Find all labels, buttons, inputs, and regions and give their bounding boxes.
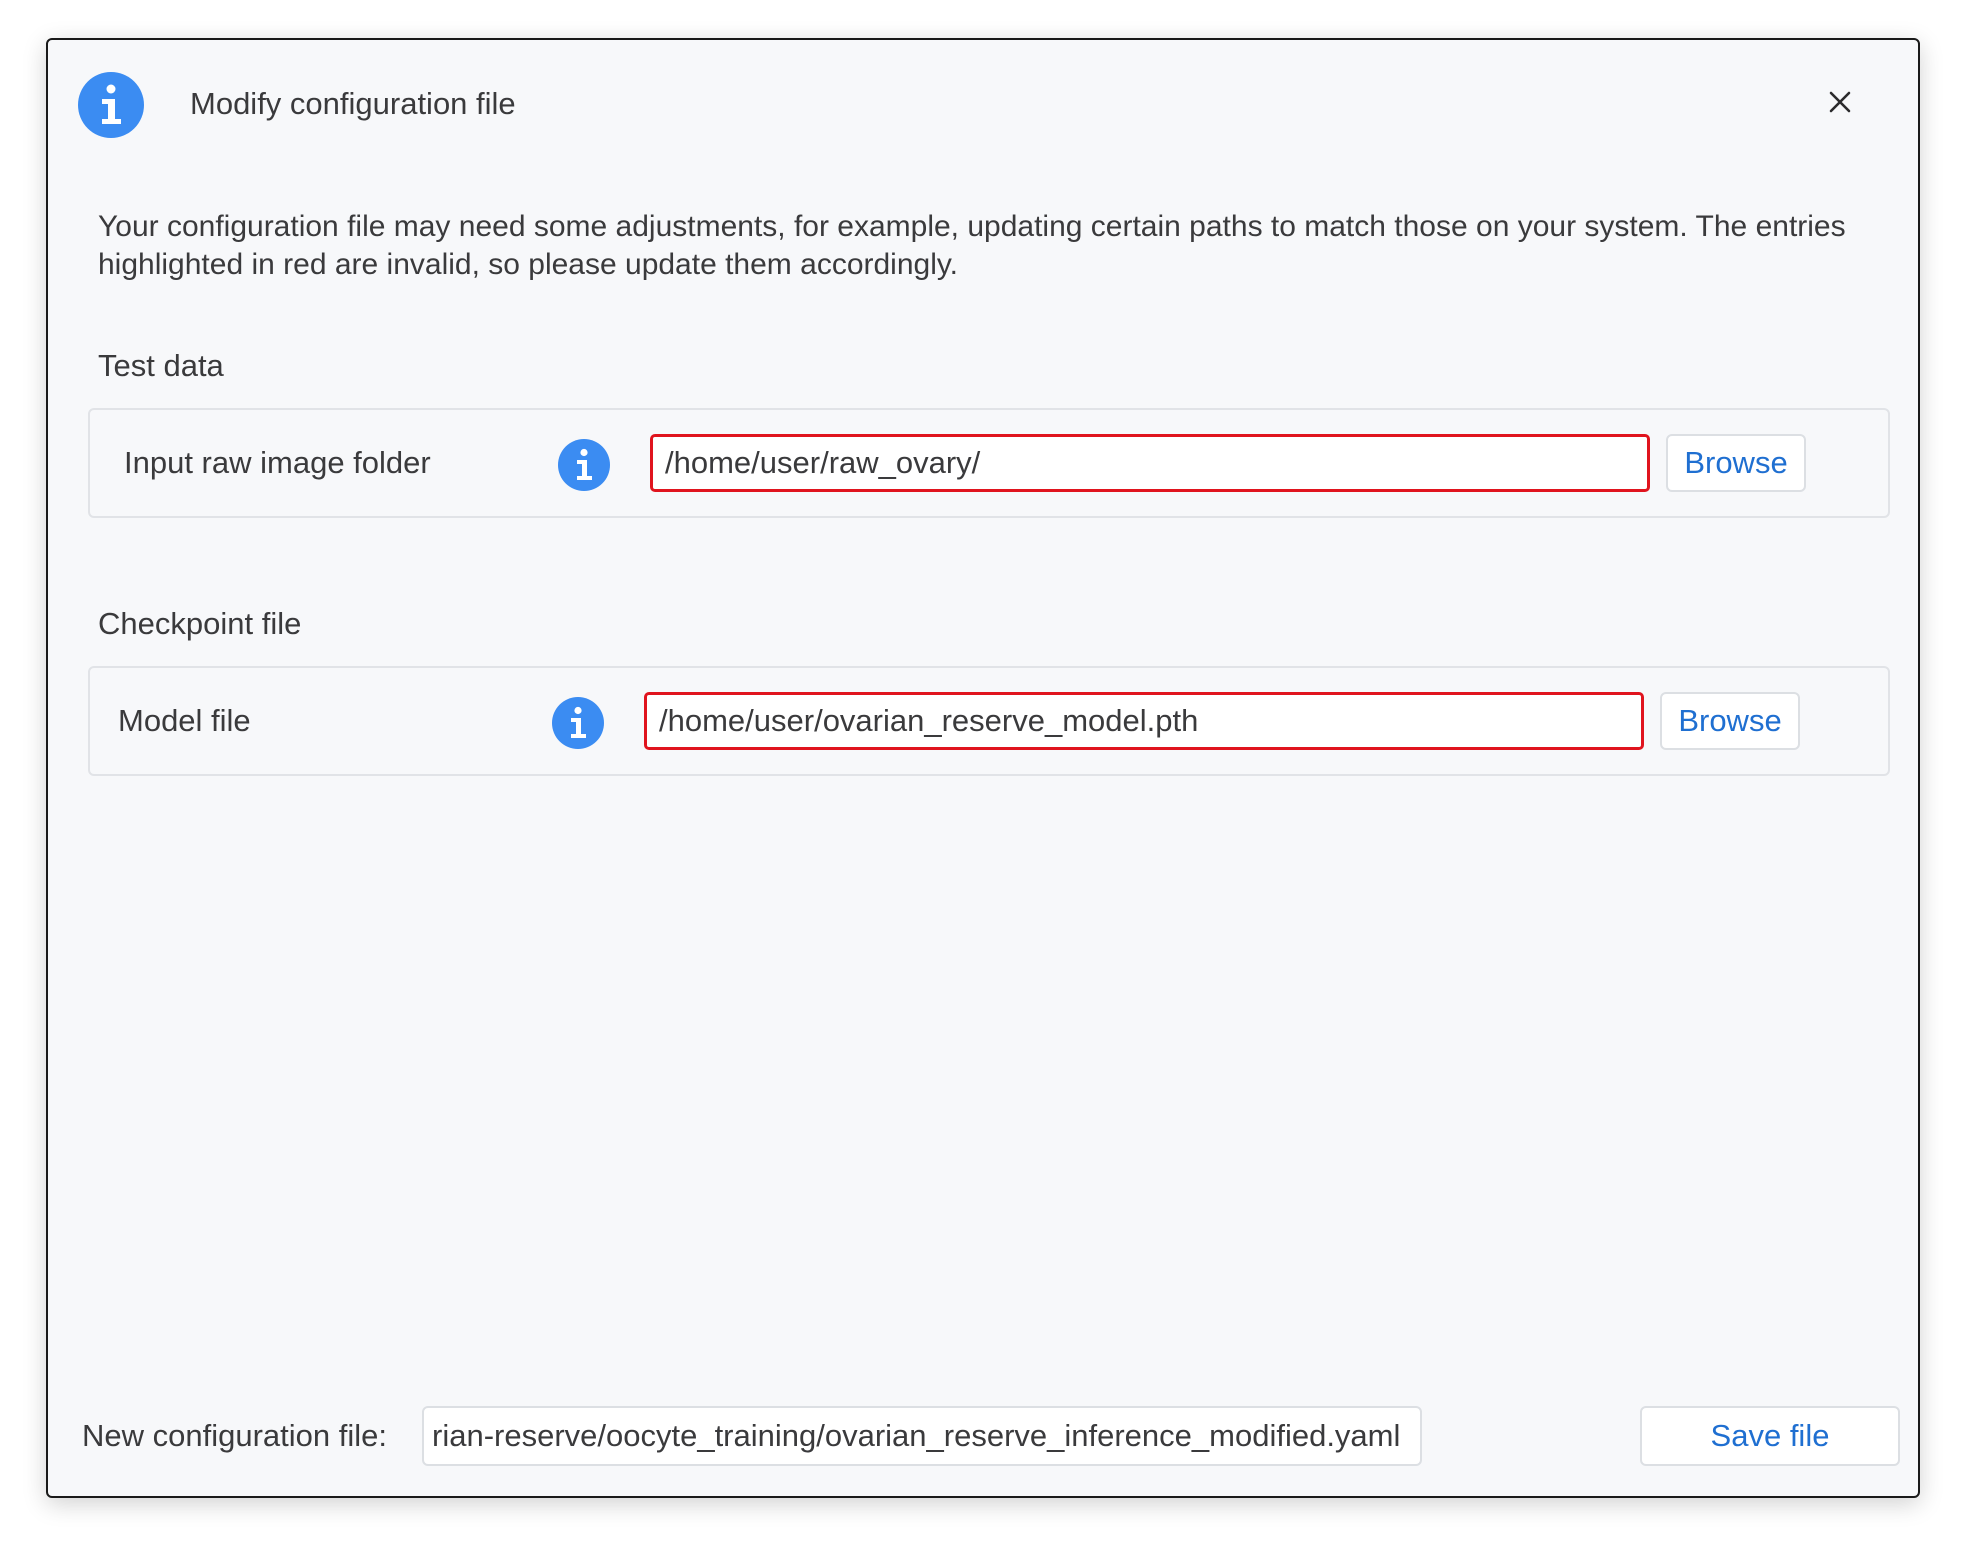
- config-dialog: Modify configuration file Your configura…: [46, 38, 1920, 1498]
- close-icon: [1829, 91, 1851, 113]
- dialog-description: Your configuration file may need some ad…: [98, 210, 1846, 281]
- section-title-test-data: Test data: [98, 348, 224, 383]
- save-file-button[interactable]: Save file: [1640, 1406, 1900, 1466]
- model-file-field[interactable]: [644, 692, 1644, 750]
- info-icon[interactable]: [552, 697, 604, 749]
- model-file-row: Model file Browse: [88, 666, 1890, 776]
- dialog-title: Modify configuration file: [190, 86, 516, 121]
- model-file-label: Model file: [118, 703, 251, 738]
- browse-model-file-button[interactable]: Browse: [1660, 692, 1800, 750]
- close-button[interactable]: [1820, 82, 1860, 122]
- info-icon[interactable]: [558, 439, 610, 491]
- input-folder-field[interactable]: [650, 434, 1650, 492]
- new-config-label: New configuration file:: [82, 1418, 387, 1453]
- input-folder-row: Input raw image folder Browse: [88, 408, 1890, 518]
- info-icon: [78, 72, 144, 138]
- new-config-field[interactable]: [422, 1406, 1422, 1466]
- section-title-checkpoint: Checkpoint file: [98, 606, 302, 641]
- browse-input-folder-button[interactable]: Browse: [1666, 434, 1806, 492]
- input-folder-label: Input raw image folder: [124, 445, 431, 480]
